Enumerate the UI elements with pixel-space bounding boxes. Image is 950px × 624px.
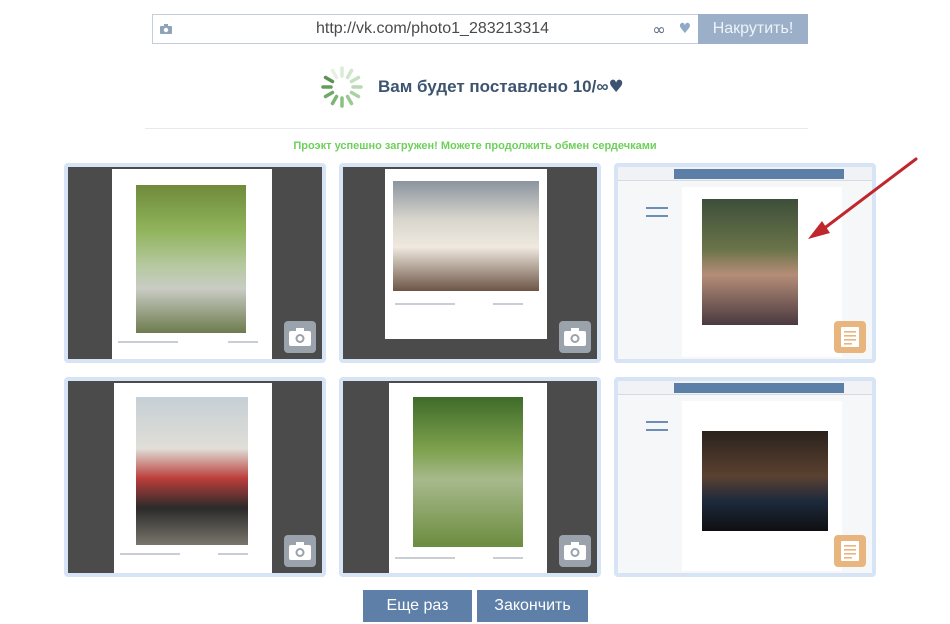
photo-image [136,397,248,545]
menu-line [646,215,668,217]
photo-image [702,199,798,325]
caption-line [120,553,180,555]
loading-spinner-icon [320,65,364,109]
photo-tile[interactable] [339,163,601,363]
menu-line [646,421,668,423]
caption-line [395,557,455,559]
document-icon [834,535,866,567]
menu-line [646,207,668,209]
caption-line [118,341,178,343]
divider [145,128,808,129]
url-bar: ∞ ♥ Накрутить! [152,14,808,44]
document-icon [834,321,866,353]
success-message: Проэкт успешно загружен! Можете продолжи… [293,140,657,152]
boost-button[interactable]: Накрутить! [698,14,808,44]
caption-line [493,303,523,305]
caption-line [395,303,455,305]
again-button[interactable]: Еще раз [363,590,472,622]
caption-line [228,341,258,343]
photo-image [413,397,523,547]
heart-icon[interactable]: ♥ [672,21,698,37]
photo-tile[interactable] [339,377,601,577]
photo-image [393,181,539,291]
menu-line [646,429,668,431]
photo-tile[interactable] [64,163,326,363]
infinity-toggle[interactable]: ∞ [646,20,672,39]
vk-header-bar [674,383,844,393]
camera-icon [153,15,179,43]
camera-icon [559,535,591,567]
heart-icon: ♥ [608,77,624,97]
camera-icon [559,321,591,353]
photo-image [136,185,246,333]
status-text: Вам будет поставлено 10/∞♥ [378,77,624,97]
photo-image [702,431,828,531]
caption-line [218,553,248,555]
camera-icon [284,535,316,567]
photo-tile[interactable] [64,377,326,577]
camera-icon [284,321,316,353]
profile-tile[interactable] [614,377,876,577]
status-label: Вам будет поставлено 10/∞ [378,77,609,96]
caption-line [493,557,523,559]
finish-button[interactable]: Закончить [477,590,588,622]
status-panel: Вам будет поставлено 10/∞♥ [320,64,624,110]
url-input[interactable] [179,15,646,43]
red-arrow-icon [800,155,922,250]
